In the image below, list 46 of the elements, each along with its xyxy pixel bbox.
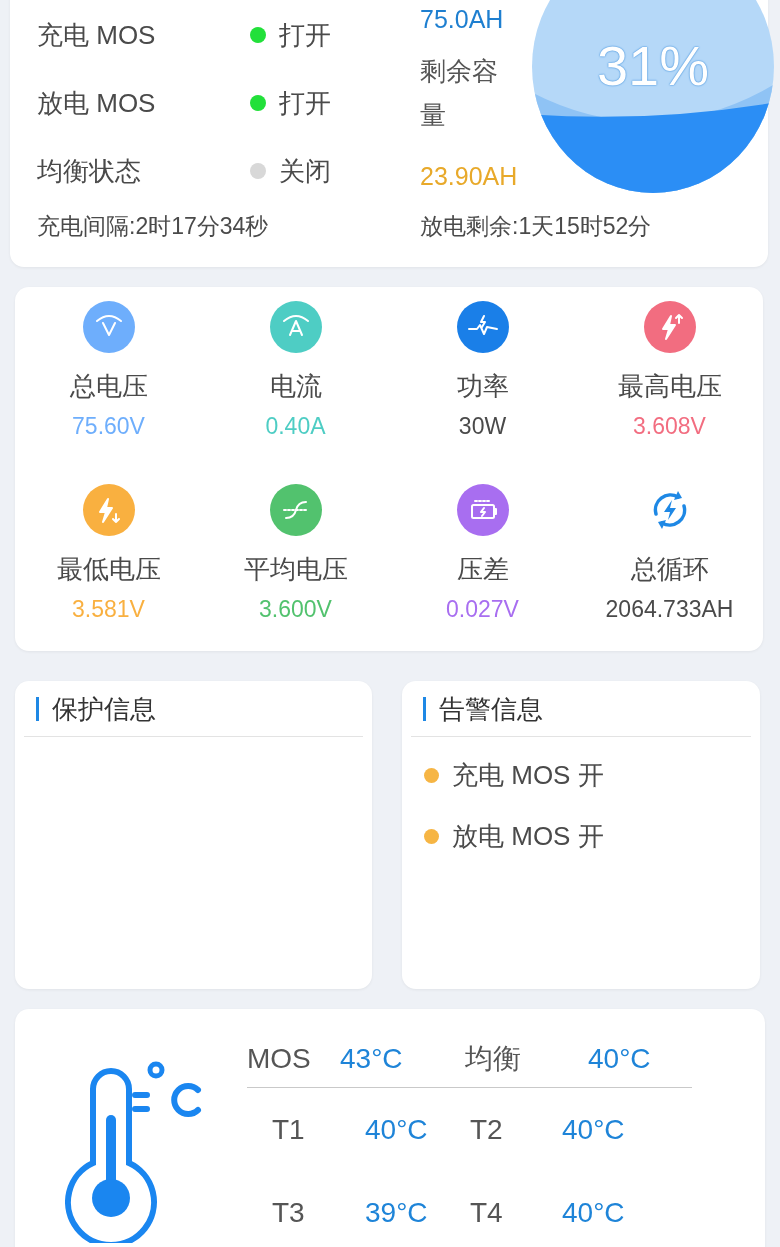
sensor-label: T2 <box>470 1113 504 1146</box>
discharge-remaining: 放电剩余:1天15时52分 <box>420 212 653 240</box>
metric-label: 最低电压 <box>56 553 161 586</box>
sensor-value: 39°C <box>365 1196 429 1229</box>
metric-label: 总电压 <box>69 370 148 403</box>
metric-value: 75.60V <box>72 412 145 441</box>
status-label: 放电 MOS <box>37 86 157 120</box>
alarm-dot <box>424 828 439 844</box>
status-value: 打开 <box>279 86 331 120</box>
status-label: 均衡状态 <box>37 154 142 188</box>
total-capacity: 75.0AH <box>420 4 505 35</box>
alarm-text: 放电 MOS 开 <box>452 819 604 853</box>
metric-label: 压差 <box>456 553 509 586</box>
percent-reading: 31% <box>595 34 711 98</box>
sensor-value: 40°C <box>562 1196 626 1229</box>
metric-label: 总循环 <box>630 553 709 586</box>
metric-value: 3.608V <box>633 412 706 441</box>
alarm-text: 充电 MOS 开 <box>452 758 604 792</box>
metric-label: 功率 <box>456 370 509 403</box>
section-title: 告警信息 <box>423 696 543 721</box>
metric-label: 平均电压 <box>243 553 348 586</box>
temperature-label: MOS <box>247 1043 312 1075</box>
metric-value: 0.40A <box>265 412 326 441</box>
metric-value: 0.027V <box>446 595 519 624</box>
capacity-label: 剩余容量 <box>420 55 499 132</box>
temperature-value: 40°C <box>588 1043 652 1075</box>
section-title: 保护信息 <box>36 696 156 721</box>
alarm-dot <box>424 767 439 783</box>
sensor-value: 40°C <box>562 1113 626 1146</box>
temperature-value: 43°C <box>340 1043 404 1075</box>
remaining-capacity: 23.90AH <box>420 161 519 192</box>
sensor-value: 40°C <box>365 1113 429 1146</box>
metric-label: 电流 <box>269 370 322 403</box>
status-value: 打开 <box>279 18 331 52</box>
metric-value: 30W <box>458 412 507 441</box>
metric-value: 3.600V <box>259 595 332 624</box>
metric-label: 最高电压 <box>617 370 722 403</box>
status-value: 关闭 <box>279 154 331 188</box>
metric-value: 2064.733AH <box>605 595 734 624</box>
temperature-label: 均衡 <box>465 1042 522 1076</box>
sensor-label: T4 <box>470 1196 504 1229</box>
sensor-label: T1 <box>272 1113 306 1146</box>
charge-interval: 充电间隔:2时17分34秒 <box>37 212 270 240</box>
status-label: 充电 MOS <box>37 18 157 52</box>
sensor-label: T3 <box>272 1196 306 1229</box>
metric-value: 3.581V <box>72 595 145 624</box>
